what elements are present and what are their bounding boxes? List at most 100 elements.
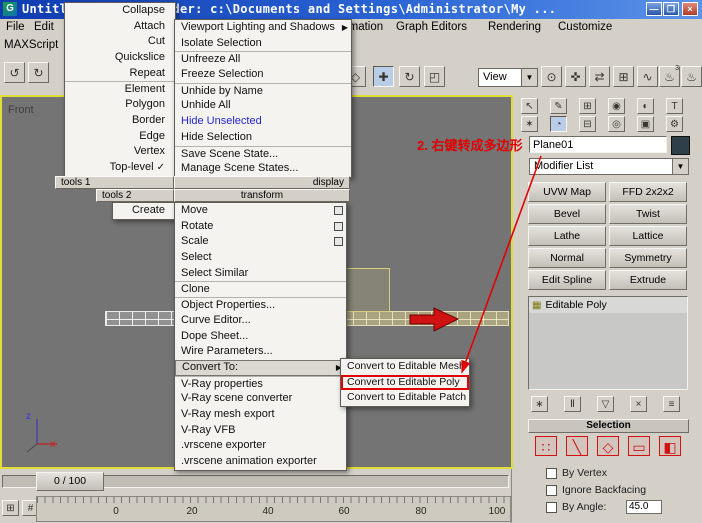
menu-maxscript[interactable]: MAXScript (4, 39, 58, 51)
reference-coordinate-dropdown[interactable]: View ▼ (478, 68, 538, 87)
normal-button[interactable]: Normal (528, 248, 606, 268)
extrude-button[interactable]: Extrude (609, 270, 687, 290)
align-icon[interactable]: ⊞ (613, 66, 634, 87)
vertex-icon[interactable]: ∷ (535, 436, 557, 456)
tab-utilities-icon[interactable]: ⚙ (666, 116, 683, 132)
menu-item-unfreeze-all[interactable]: Unfreeze All (175, 51, 351, 67)
configure-modifier-sets-icon[interactable]: ≡ (663, 396, 680, 412)
schematic-view-icon[interactable]: ⊞ (579, 98, 596, 114)
mirror-icon[interactable]: ⇄ (589, 66, 610, 87)
menu-item-collapse[interactable]: Collapse (65, 3, 175, 19)
menu-customize[interactable]: Customize (558, 21, 612, 33)
menu-item-hide-selection[interactable]: Hide Selection (175, 130, 351, 146)
border-icon[interactable]: ◇ (597, 436, 619, 456)
twist-button[interactable]: Twist (609, 204, 687, 224)
close-button[interactable]: × (682, 2, 698, 16)
menu-item-border[interactable]: Border (65, 113, 175, 129)
modifier-list-dropdown[interactable]: Modifier List ▼ (529, 158, 689, 175)
menu-item-convert-to-editable-poly[interactable]: Convert to Editable Poly (341, 375, 469, 391)
menu-item-rotate[interactable]: Rotate (175, 219, 346, 235)
quad-header-transform[interactable]: transform (174, 189, 350, 202)
menu-item-manage-scene-states[interactable]: Manage Scene States... (175, 161, 351, 177)
selection-rollout-header[interactable]: Selection (528, 419, 689, 433)
menu-item-save-scene-state[interactable]: Save Scene State... (175, 146, 351, 162)
select-manipulate-icon[interactable]: ✜ (565, 66, 586, 87)
quick-render-icon[interactable]: ♨ (681, 66, 702, 87)
menu-file[interactable]: File (6, 21, 25, 33)
menu-item-vray-mesh-export[interactable]: V-Ray mesh export (175, 407, 346, 423)
chevron-down-icon[interactable]: ▼ (672, 159, 688, 174)
menu-item-curve-editor[interactable]: Curve Editor... (175, 313, 346, 329)
menu-item-vrscene-animation-exporter[interactable]: .vrscene animation exporter (175, 454, 346, 470)
time-slider-button[interactable]: 0 / 100 (36, 472, 104, 491)
select-scale-icon[interactable]: ◰ (424, 66, 445, 87)
quad-header-display[interactable]: display (174, 176, 350, 189)
menu-item-top-level[interactable]: Top-level✓ (65, 160, 175, 176)
element-icon[interactable]: ◧ (659, 436, 681, 456)
remove-modifier-icon[interactable]: × (630, 396, 647, 412)
menu-item-polygon[interactable]: Polygon (65, 97, 175, 113)
edit-curve-icon[interactable]: ✎ (550, 98, 567, 114)
menu-item-scale[interactable]: Scale (175, 234, 346, 250)
menu-item-viewport-lighting-and-shadows[interactable]: Viewport Lighting and Shadows▶ (175, 20, 351, 36)
menu-item-vray-scene-converter[interactable]: V-Ray scene converter (175, 391, 346, 407)
bevel-button[interactable]: Bevel (528, 204, 606, 224)
menu-item-repeat[interactable]: Repeat (65, 66, 175, 82)
menu-item-move[interactable]: Move (175, 203, 346, 219)
menu-item-create[interactable]: Create (113, 203, 175, 219)
menu-item-select[interactable]: Select (175, 250, 346, 266)
quad-header-tools2[interactable]: tools 2 (96, 189, 174, 202)
settings-icon[interactable] (334, 237, 343, 246)
stack-row-editable-poly[interactable]: ▦Editable Poly (529, 297, 687, 313)
polygon-icon[interactable]: ▭ (628, 436, 650, 456)
menu-edit[interactable]: Edit (34, 21, 54, 33)
menu-rendering[interactable]: Rendering (488, 21, 541, 33)
viewport-label[interactable]: Front (8, 104, 34, 116)
menu-item-unhide-all[interactable]: Unhide All (175, 98, 351, 114)
uvw-map-button[interactable]: UVW Map (528, 182, 606, 202)
material-editor-icon[interactable]: ◉ (608, 98, 625, 114)
menu-item-convert-to[interactable]: Convert To:▶ (175, 360, 346, 376)
by-angle-checkbox[interactable] (546, 502, 557, 513)
menu-item-select-similar[interactable]: Select Similar (175, 266, 346, 282)
redo-icon[interactable]: ↻ (28, 62, 49, 83)
menu-item-vertex[interactable]: Vertex (65, 144, 175, 160)
menu-item-object-properties[interactable]: Object Properties... (175, 297, 346, 313)
menu-item-vrscene-exporter[interactable]: .vrscene exporter (175, 438, 346, 454)
object-color-swatch[interactable] (671, 136, 690, 155)
select-rotate-icon[interactable]: ↻ (399, 66, 420, 87)
tab-motion-icon[interactable]: ◎ (608, 116, 625, 132)
symmetry-button[interactable]: Symmetry (609, 248, 687, 268)
chevron-down-icon[interactable]: ▼ (521, 69, 537, 86)
render-setup-icon[interactable]: ♨3 (659, 66, 680, 87)
menu-item-unhide-by-name[interactable]: Unhide by Name (175, 83, 351, 99)
menu-item-attach[interactable]: Attach (65, 19, 175, 35)
render-shade-icon[interactable]: ◐ (637, 98, 654, 114)
menu-item-hide-unselected[interactable]: Hide Unselected (175, 114, 351, 130)
make-unique-icon[interactable]: ▽ (597, 396, 614, 412)
show-end-result-icon[interactable]: Ⅱ (564, 396, 581, 412)
menu-item-vray-vfb[interactable]: V-Ray VFB (175, 423, 346, 439)
angle-value-field[interactable]: 45.0 (626, 500, 662, 514)
select-object-icon[interactable]: ↖ (521, 98, 538, 114)
pin-stack-icon[interactable]: ∗ (531, 396, 548, 412)
by-vertex-checkbox[interactable] (546, 468, 557, 479)
settings-icon[interactable] (334, 222, 343, 231)
settings-icon[interactable] (334, 206, 343, 215)
tab-hierarchy-icon[interactable]: ⊟ (579, 116, 596, 132)
render-type-icon[interactable]: T (666, 98, 683, 114)
menu-item-cut[interactable]: Cut (65, 34, 175, 50)
object-name-field[interactable] (529, 136, 667, 153)
maximize-button[interactable]: ❐ (663, 2, 679, 16)
minimize-button[interactable]: — (646, 2, 662, 16)
menu-item-clone[interactable]: Clone (175, 281, 346, 297)
use-center-icon[interactable]: ⊙ (541, 66, 562, 87)
menu-item-dope-sheet[interactable]: Dope Sheet... (175, 329, 346, 345)
menu-item-vray-properties[interactable]: V-Ray properties (175, 376, 346, 392)
lattice-button[interactable]: Lattice (609, 226, 687, 246)
tab-create-icon[interactable]: ✶ (521, 116, 538, 132)
menu-item-edge[interactable]: Edge (65, 129, 175, 145)
menu-item-isolate-selection[interactable]: Isolate Selection (175, 36, 351, 52)
menu-item-convert-to-editable-mesh[interactable]: Convert to Editable Mesh (341, 359, 469, 375)
lathe-button[interactable]: Lathe (528, 226, 606, 246)
